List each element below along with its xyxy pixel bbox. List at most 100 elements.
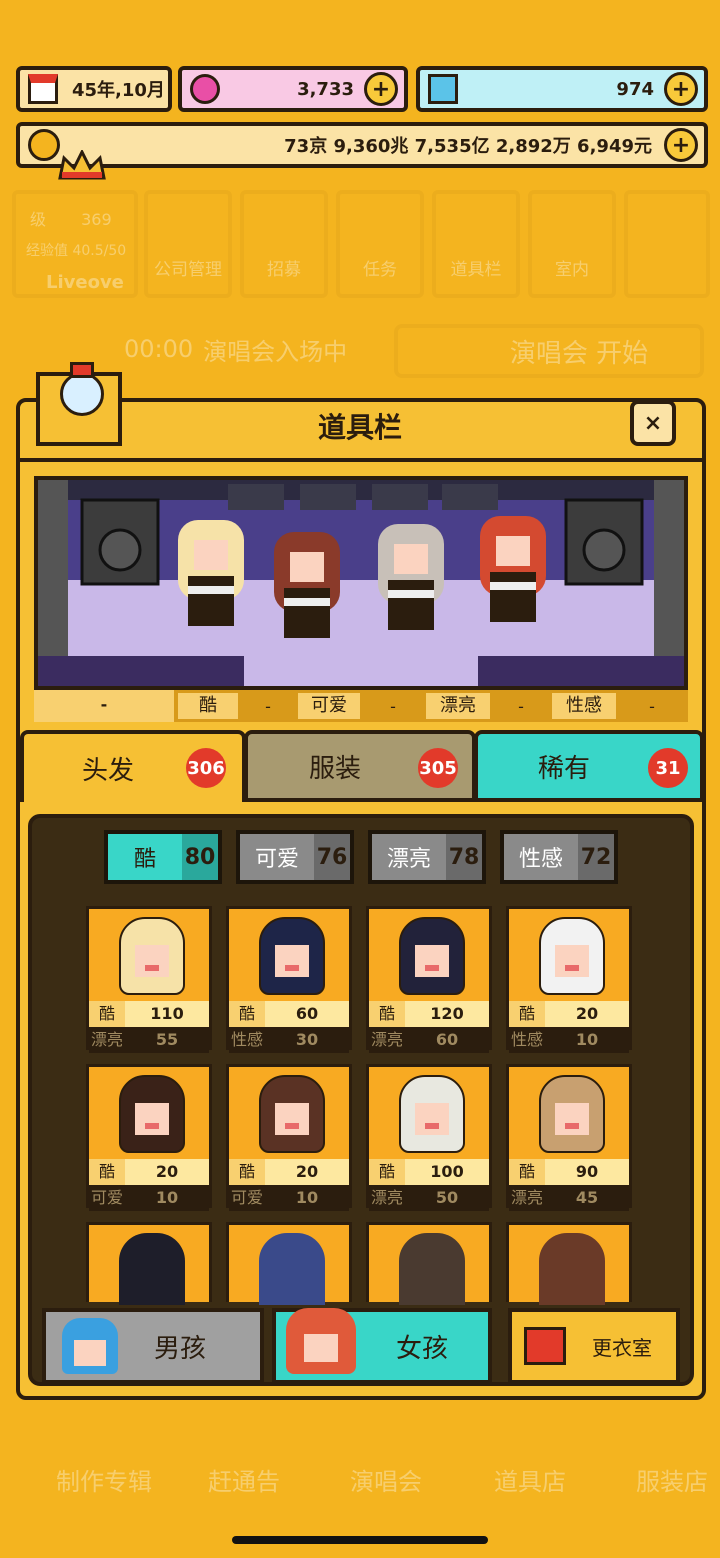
exp-label: 经验值 40.5/50 (26, 243, 127, 259)
stat1-value: 20 (265, 1159, 349, 1185)
menu-inventory[interactable]: 道具栏 (432, 190, 520, 298)
menu-interior[interactable]: 室内 (528, 190, 616, 298)
menu-company[interactable]: 公司管理 (144, 190, 232, 298)
close-button[interactable]: × (630, 400, 676, 446)
tab-hair[interactable]: 头发 306 (20, 730, 246, 802)
shirt-icon (524, 1327, 566, 1365)
nav-album[interactable]: 制作专辑 (56, 1462, 152, 1497)
menu-recruit[interactable]: 招募 (240, 190, 328, 298)
hair-preview-icon (399, 917, 465, 997)
nav-costume-shop[interactable]: 服装店 (636, 1462, 708, 1497)
stat2-label: 漂亮 (510, 1188, 543, 1207)
stat1-label: 酷 (98, 1004, 115, 1023)
add-money-button[interactable]: + (664, 128, 698, 162)
boy-avatar-icon (62, 1318, 118, 1374)
dressing-room-button[interactable]: 更衣室 (508, 1308, 680, 1384)
stat1-value: 100 (405, 1159, 489, 1185)
hair-preview-icon (259, 1075, 325, 1155)
money-value: 73京 9,360兆 7,535亿 2,892万 6,949元 (284, 136, 652, 157)
level-value: 369 (81, 210, 112, 229)
stat2-value: 55 (155, 1030, 179, 1049)
stat1-label: 酷 (238, 1004, 255, 1023)
profile-tile[interactable]: 级 369 经验值 40.5/50 Liveove (12, 190, 138, 298)
stat1-value: 60 (265, 1001, 349, 1027)
coin-icon (28, 129, 60, 161)
stat1-value: 20 (545, 1001, 629, 1027)
rare-count-badge: 31 (648, 748, 688, 788)
menu-tasks[interactable]: 任务 (336, 190, 424, 298)
hair-card[interactable]: 酷 20 可爱 10 (226, 1064, 352, 1211)
boy-button[interactable]: 男孩 (42, 1308, 264, 1384)
filter-pretty[interactable]: 漂亮 78 (368, 830, 486, 884)
girl-button[interactable]: 女孩 (272, 1308, 492, 1384)
attr-4: - (390, 696, 396, 716)
attr-7: 性感 (552, 693, 616, 719)
filter-cool[interactable]: 酷 80 (104, 830, 222, 884)
money-bar: 73京 9,360兆 7,535亿 2,892万 6,949元 + (16, 122, 708, 168)
nav-schedule[interactable]: 赶通告 (208, 1462, 280, 1497)
panel-title: 道具栏 (317, 411, 402, 444)
stage-scene (38, 480, 684, 686)
stat2-label: 性感 (230, 1030, 263, 1049)
attr-3: 可爱 (298, 693, 360, 719)
hair-card[interactable]: 酷 20 性感 10 (506, 906, 632, 1053)
menu-extra[interactable] (624, 190, 710, 298)
hair-card[interactable]: 酷 100 漂亮 50 (366, 1064, 492, 1211)
girl-avatar-icon (286, 1308, 356, 1374)
add-pink-currency-button[interactable]: + (364, 72, 398, 106)
calendar-icon (28, 74, 58, 104)
hair-card-partial-2[interactable] (226, 1222, 352, 1305)
stat2-value: 10 (295, 1188, 319, 1207)
stat1-label: 酷 (98, 1162, 115, 1181)
stat2-label: 可爱 (230, 1188, 263, 1207)
hair-preview-icon (539, 917, 605, 997)
hair-card[interactable]: 酷 110 漂亮 55 (86, 906, 212, 1053)
tab-costume[interactable]: 服装 305 (244, 730, 476, 802)
concert-status: 演唱会入场中 (203, 337, 348, 366)
concert-time: 00:00 (124, 335, 194, 363)
nav-item-shop[interactable]: 道具店 (494, 1462, 566, 1497)
hair-preview-icon (259, 917, 325, 997)
pink-currency-bar: 3,733 + (178, 66, 408, 112)
nav-concert[interactable]: 演唱会 (350, 1462, 422, 1497)
pink-currency-value: 3,733 (297, 78, 354, 100)
hair-card[interactable]: 酷 60 性感 30 (226, 906, 352, 1053)
hair-card-partial-4[interactable] (506, 1222, 632, 1305)
hair-card-partial-3[interactable] (366, 1222, 492, 1305)
attr-0: - (34, 690, 174, 722)
filter-cute[interactable]: 可爱 76 (236, 830, 354, 884)
attr-8: - (649, 696, 655, 716)
close-icon: × (643, 410, 663, 436)
stat2-label: 漂亮 (370, 1188, 403, 1207)
attribute-strip: - 酷 - 可爱 - 漂亮 - 性感 - (34, 690, 688, 722)
hair-card-partial-1[interactable] (86, 1222, 212, 1305)
stat2-value: 30 (295, 1030, 319, 1049)
stat2-value: 60 (435, 1030, 459, 1049)
hair-card[interactable]: 酷 90 漂亮 45 (506, 1064, 632, 1211)
attr-2: - (265, 696, 271, 716)
hair-preview-icon (119, 1075, 185, 1155)
hair-preview-icon (539, 1075, 605, 1155)
attr-6: - (518, 696, 524, 716)
stat2-label: 性感 (510, 1030, 543, 1049)
stat1-value: 110 (125, 1001, 209, 1027)
crown-icon (58, 148, 106, 180)
costume-count-badge: 305 (418, 748, 458, 788)
hair-card[interactable]: 酷 120 漂亮 60 (366, 906, 492, 1053)
attr-5: 漂亮 (426, 693, 490, 719)
stat1-value: 20 (125, 1159, 209, 1185)
date-bar: 45年,10月 (16, 66, 172, 112)
add-diamond-button[interactable]: + (664, 72, 698, 106)
stat2-value: 10 (155, 1188, 179, 1207)
hair-card[interactable]: 酷 20 可爱 10 (86, 1064, 212, 1211)
concert-start-button[interactable]: 演唱会 开始 (394, 324, 704, 378)
stat1-label: 酷 (518, 1162, 535, 1181)
diamond-icon (428, 74, 458, 104)
diamond-currency-value: 974 (616, 78, 654, 100)
stat2-value: 45 (575, 1188, 599, 1207)
filter-sexy[interactable]: 性感 72 (500, 830, 618, 884)
level-label: 级 (30, 210, 47, 229)
diamond-currency-bar: 974 + (416, 66, 708, 112)
stat1-label: 酷 (378, 1162, 395, 1181)
tab-rare[interactable]: 稀有 31 (474, 730, 704, 802)
